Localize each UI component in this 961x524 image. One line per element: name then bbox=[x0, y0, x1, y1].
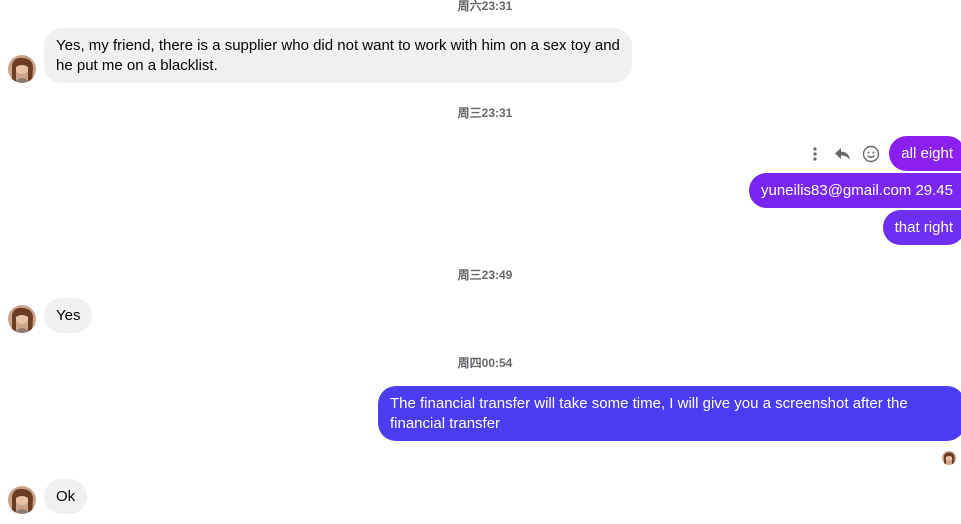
emoji-react-icon[interactable] bbox=[860, 143, 882, 165]
incoming-message[interactable]: Yes bbox=[44, 298, 93, 333]
reply-icon[interactable] bbox=[832, 143, 854, 165]
outgoing-message[interactable]: yuneilis83@gmail.com 29.45 bbox=[749, 173, 961, 208]
message-actions bbox=[804, 143, 888, 165]
outgoing-message[interactable]: that right bbox=[882, 210, 961, 245]
read-receipt-avatar bbox=[942, 451, 956, 465]
contact-avatar[interactable] bbox=[8, 486, 36, 514]
more-options-icon[interactable] bbox=[804, 143, 826, 165]
contact-avatar[interactable] bbox=[8, 55, 36, 83]
timestamp: 周六23:31 bbox=[457, 0, 513, 13]
outgoing-message[interactable]: all eight bbox=[889, 136, 961, 171]
timestamp: 周三23:49 bbox=[457, 268, 513, 282]
timestamp: 周四00:54 bbox=[457, 356, 513, 370]
incoming-message[interactable]: Ok bbox=[44, 479, 88, 514]
contact-avatar[interactable] bbox=[8, 305, 36, 333]
timestamp: 周三23:31 bbox=[457, 106, 513, 120]
chat-thread: 周六23:31 Yes, my friend, there is a suppl… bbox=[0, 0, 961, 524]
incoming-message[interactable]: Yes, my friend, there is a supplier who … bbox=[44, 28, 632, 83]
outgoing-message[interactable]: The financial transfer will take some ti… bbox=[378, 386, 961, 441]
